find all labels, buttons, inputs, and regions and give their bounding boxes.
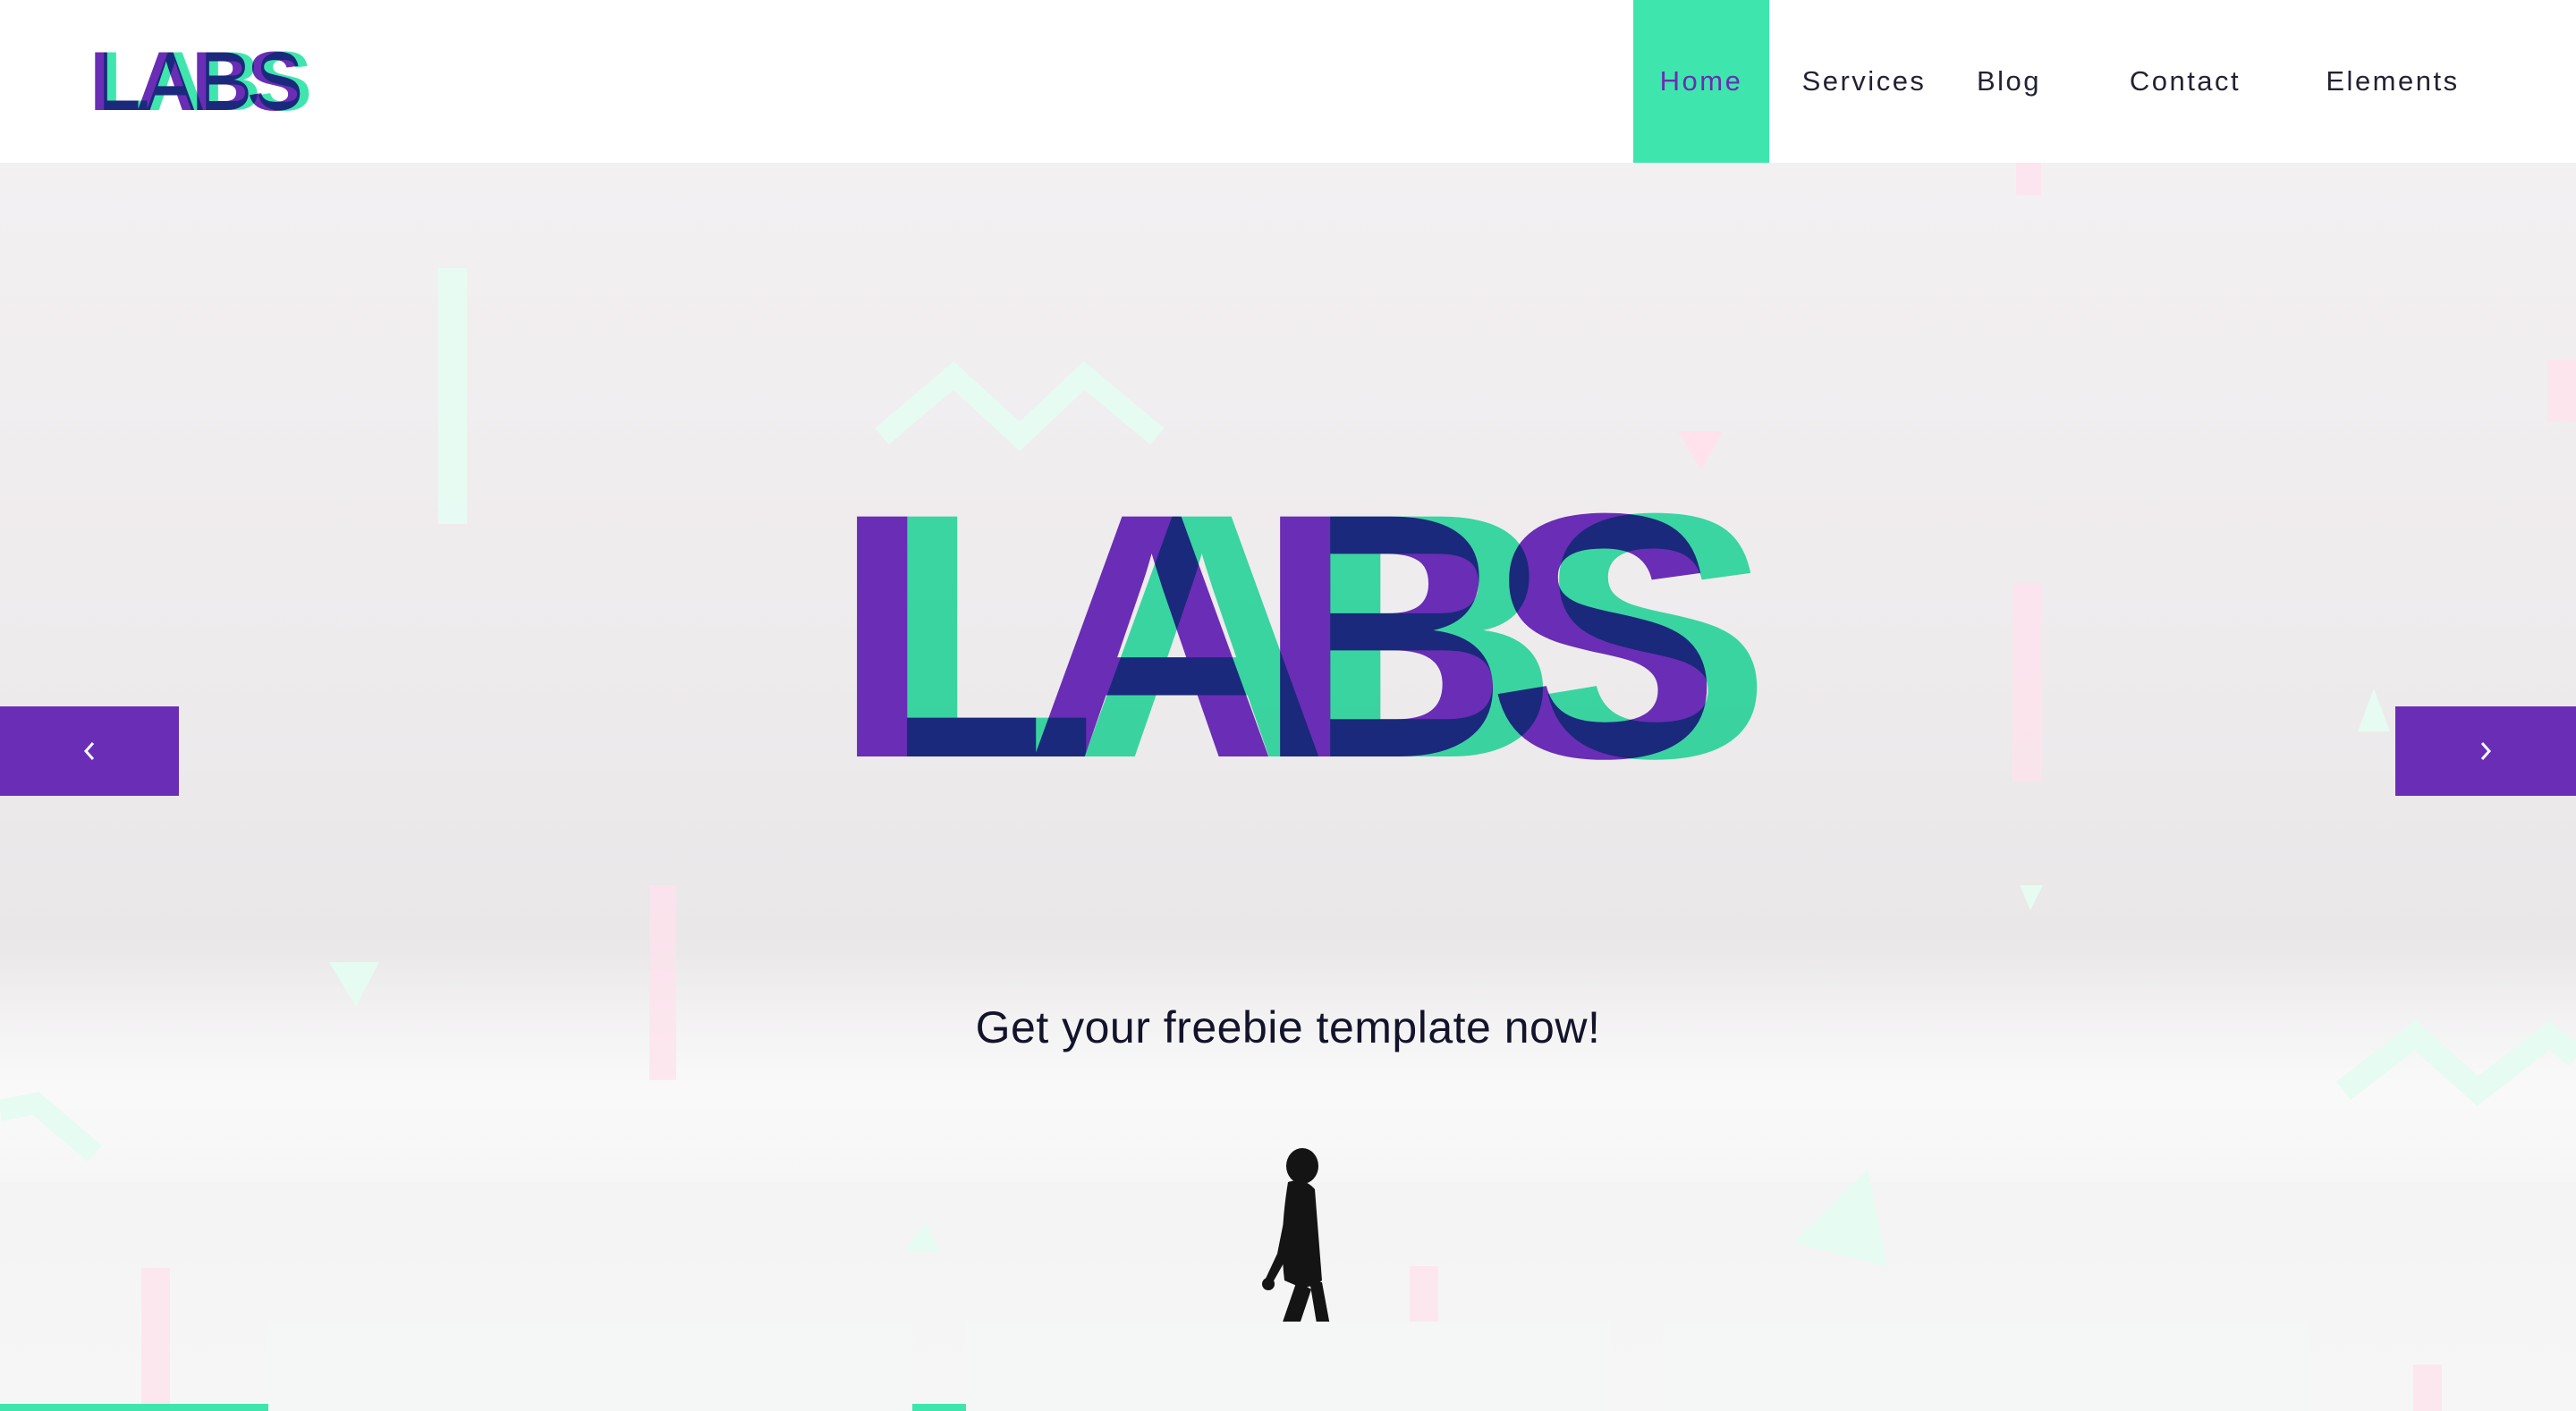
accent-line bbox=[0, 1404, 268, 1411]
triangle-shape bbox=[2020, 885, 2043, 910]
accent-line bbox=[912, 1404, 966, 1411]
nav-item-label: Contact bbox=[2129, 65, 2241, 97]
feature-card-1[interactable] bbox=[268, 1322, 912, 1411]
nav-item-services[interactable]: Services bbox=[1796, 0, 1932, 163]
triangle-shape bbox=[2358, 689, 2390, 731]
feature-card-2[interactable] bbox=[966, 1322, 1610, 1411]
chevron-right-icon bbox=[2480, 742, 2492, 760]
nav-item-label: Home bbox=[1659, 65, 1743, 97]
nav-item-elements[interactable]: Elements bbox=[2326, 0, 2460, 163]
nav-item-label: Blog bbox=[1976, 65, 2042, 97]
site-header: LABS LABS LABS Home Services Blog Contac… bbox=[0, 0, 2576, 163]
triangle-shape bbox=[1792, 1170, 1887, 1266]
slider-prev-button[interactable] bbox=[0, 706, 179, 796]
zigzag-shape bbox=[0, 1092, 102, 1162]
hero-slider: LABS LABS Get your freebie template now! bbox=[0, 163, 2576, 1411]
chevron-left-icon bbox=[83, 742, 95, 760]
nav-item-blog[interactable]: Blog bbox=[1973, 0, 2045, 163]
zigzag-shape bbox=[875, 360, 1165, 452]
logo-wordmark: LABS LABS LABS bbox=[89, 34, 312, 128]
main-nav: Home Services Blog Contact Elements bbox=[1633, 0, 2576, 163]
slider-next-button[interactable] bbox=[2395, 706, 2576, 796]
feature-card-3[interactable] bbox=[1664, 1322, 2308, 1411]
hero-logo: LABS LABS bbox=[834, 441, 1770, 831]
nav-item-contact[interactable]: Contact bbox=[2127, 0, 2243, 163]
site-logo[interactable]: LABS LABS LABS bbox=[89, 34, 312, 128]
hero-tagline: Get your freebie template now! bbox=[975, 1002, 1601, 1052]
nav-item-home[interactable]: Home bbox=[1633, 0, 1769, 163]
triangle-shape bbox=[905, 1221, 941, 1252]
triangle-shape bbox=[329, 962, 379, 1007]
nav-item-label: Services bbox=[1801, 65, 1927, 97]
nav-item-label: Elements bbox=[2326, 65, 2460, 97]
